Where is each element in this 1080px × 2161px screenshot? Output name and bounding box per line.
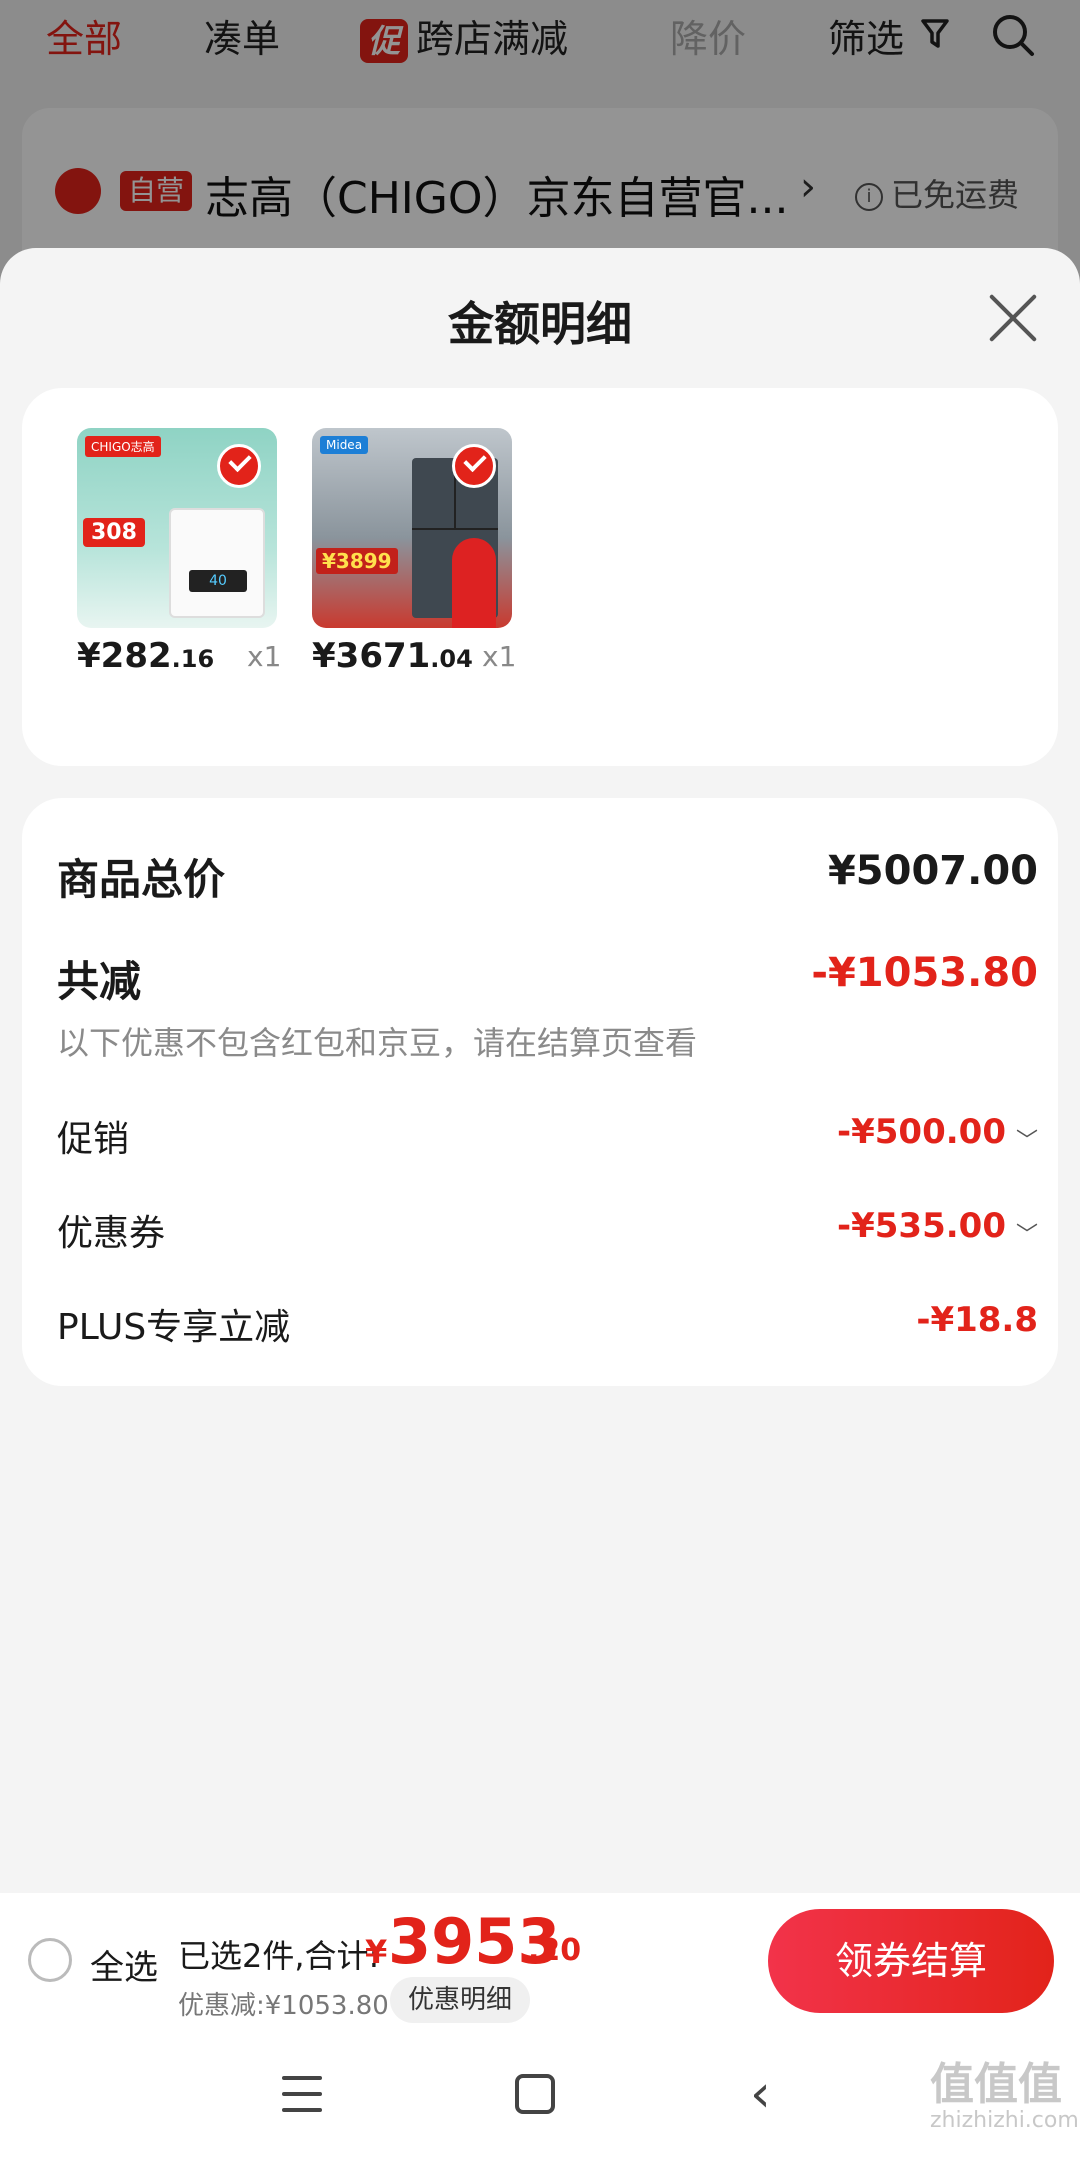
product-image-brand: Midea — [320, 436, 369, 454]
product-image-price: ¥3899 — [316, 548, 398, 574]
total-amount-decimal: .20 — [528, 1933, 582, 1968]
product-quantity: x1 — [482, 640, 517, 673]
products-card: CHIGO志高 308 40 ¥282.16 x1 Midea ¥3899 ¥3… — [22, 388, 1058, 766]
promotion-value: -¥500.00 — [837, 1112, 1006, 1152]
select-all-label[interactable]: 全选 — [90, 1940, 158, 1989]
watermark-logo: 值值值 — [930, 2059, 1062, 2110]
price-decimal: .16 — [171, 645, 215, 673]
close-icon[interactable] — [985, 290, 1041, 346]
price-integer: ¥282 — [77, 636, 172, 676]
product-image[interactable]: CHIGO志高 308 40 — [77, 428, 277, 628]
price-summary-card: 商品总价 ¥5007.00 共减 -¥1053.80 以下优惠不包含红包和京豆，… — [22, 798, 1058, 1386]
product-image-brand: CHIGO志高 — [85, 436, 161, 457]
checkout-button[interactable]: 领券结算 — [768, 1909, 1054, 2013]
back-icon[interactable]: ‹ — [750, 2064, 771, 2124]
plus-discount-value: -¥18.8 — [916, 1300, 1038, 1340]
water-heater-display: 40 — [189, 570, 247, 592]
promotion-label[interactable]: 促销 — [57, 1110, 129, 1162]
selected-count-text: 已选2件,合计: — [178, 1937, 380, 1975]
select-all-checkbox[interactable] — [28, 1938, 72, 1982]
chevron-down-icon[interactable]: ﹀ — [1016, 1123, 1038, 1155]
coupon-value: -¥535.00 — [837, 1206, 1006, 1246]
coupon-row-value[interactable]: -¥535.00 ﹀ — [837, 1206, 1038, 1249]
discount-detail-button[interactable]: 优惠明细 — [390, 1977, 531, 2023]
product-price: ¥3671.04 — [312, 636, 473, 676]
product-item[interactable]: Midea ¥3899 — [312, 428, 532, 628]
product-image-price: 308 — [83, 518, 145, 547]
reduction-note: 以下优惠不包含红包和京豆，请在结算页查看 — [57, 1024, 698, 1062]
total-price-value: ¥5007.00 — [827, 848, 1038, 894]
total-currency: ¥ — [365, 1933, 388, 1971]
total-reduction-value: -¥1053.80 — [811, 950, 1038, 996]
home-icon[interactable] — [515, 2074, 555, 2114]
price-decimal: .04 — [430, 645, 473, 673]
discount-summary: 优惠减:¥1053.80 — [178, 1991, 389, 2021]
sheet-title: 金额明细 — [448, 297, 632, 351]
chevron-down-icon[interactable]: ﹀ — [1016, 1217, 1038, 1249]
checkout-bar: 全选 已选2件,合计: ¥ 3953 .20 优惠减:¥1053.80 优惠明细… — [0, 1893, 1080, 2028]
plus-discount-label: PLUS专享立减 — [57, 1307, 291, 1348]
amount-detail-sheet: 金额明细 CHIGO志高 308 40 ¥282.16 x1 Midea ¥38… — [0, 248, 1080, 2161]
water-heater-illustration: 40 — [169, 508, 265, 618]
product-quantity: x1 — [247, 640, 282, 673]
recent-apps-icon[interactable] — [282, 2076, 322, 2112]
promotion-row-value[interactable]: -¥500.00 ﹀ — [837, 1112, 1038, 1155]
selected-check-icon — [217, 444, 261, 488]
watermark-url: zhizhizhi.com — [930, 2108, 1079, 2133]
product-price: ¥282.16 — [77, 636, 214, 676]
total-reduction-label: 共减 — [57, 957, 142, 1006]
selected-check-icon — [452, 444, 496, 488]
total-price-label: 商品总价 — [57, 855, 226, 904]
coupon-label[interactable]: 优惠券 — [57, 1204, 165, 1256]
price-integer: ¥3671 — [312, 636, 431, 676]
system-nav-bar: ‹ — [0, 2028, 1080, 2161]
spokesperson-illustration — [452, 538, 496, 628]
product-image[interactable]: Midea ¥3899 — [312, 428, 512, 628]
product-item[interactable]: CHIGO志高 308 40 — [77, 428, 297, 628]
